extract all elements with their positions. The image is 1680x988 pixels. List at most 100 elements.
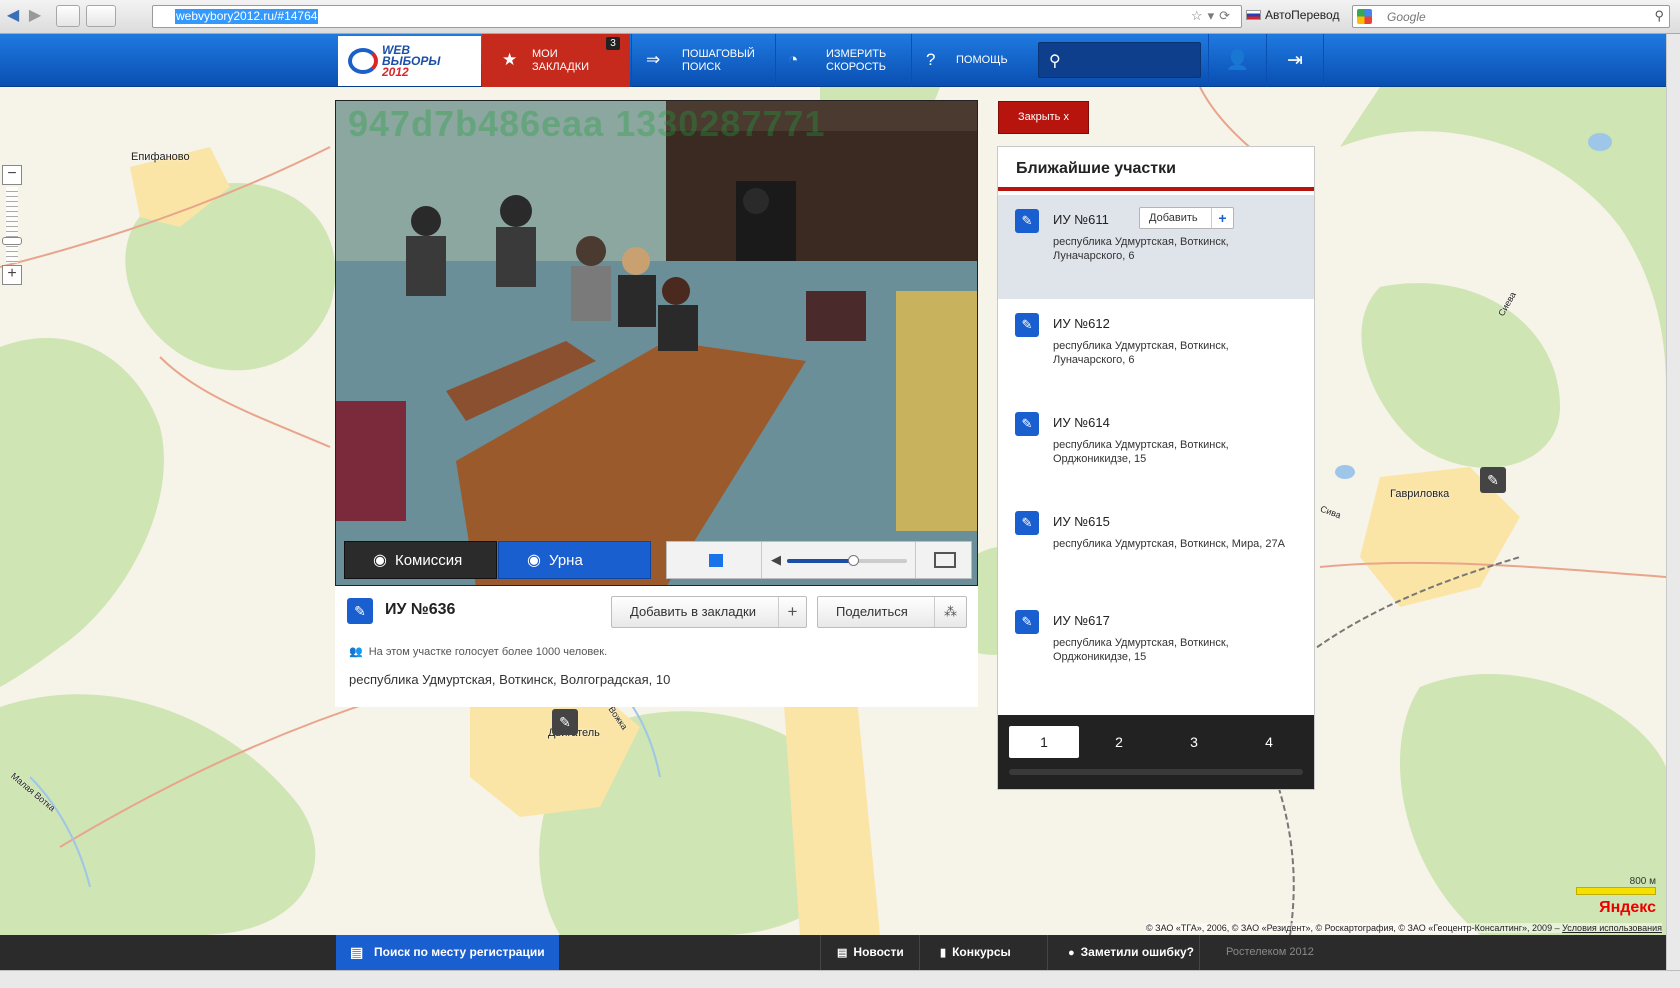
fullscreen-button[interactable] (915, 542, 971, 578)
station-name[interactable]: ИУ №611 (1053, 212, 1109, 227)
footer-bar: ▤ Поиск по месту регистрации ▤ Новости ▮ Ко… (0, 935, 1666, 970)
terms-link[interactable]: Условия использования (1562, 923, 1662, 933)
polling-station-icon: ✎ (1015, 610, 1039, 634)
browser-search-box[interactable]: Google ⚲ (1352, 5, 1670, 28)
video-watermark: 947d7b486eaa 1330287771 (348, 103, 826, 144)
news-label: Новости (853, 945, 904, 959)
page-4-button[interactable]: 4 (1234, 726, 1304, 758)
station-name[interactable]: ИУ №617 (1053, 613, 1110, 628)
help-icon: ? (926, 50, 936, 69)
zoom-track[interactable] (6, 187, 18, 263)
nav-speed-label: ИЗМЕРИТЬ СКОРОСТЬ (826, 48, 887, 73)
scale-bar (1576, 887, 1656, 895)
copyright-text: © ЗАО «ТГА», 2006, © ЗАО «Резидент», © Р… (1146, 923, 1560, 933)
zoom-handle[interactable] (2, 237, 22, 245)
camera-urn-button[interactable]: ◉ Урна (498, 541, 651, 579)
pager-scrollbar[interactable] (1009, 769, 1303, 775)
search-icon[interactable]: ⚲ (1654, 8, 1664, 24)
people-icon: 👥 (349, 646, 363, 658)
url-text[interactable]: webvybory2012.ru/#14764 (175, 9, 319, 24)
zoom-in-button[interactable]: + (2, 265, 22, 285)
polling-station-icon: ✎ (1015, 313, 1039, 337)
contests-label: Конкурсы (952, 945, 1011, 959)
browser-toolbar: ◀ ▶ webvybory2012.ru/#14764 ☆▾⟳ АвтоПере… (0, 0, 1680, 34)
page-1-button[interactable]: 1 (1009, 726, 1079, 758)
station-address: республика Удмуртская, Воткинск, Волгогр… (349, 672, 671, 687)
report-error-link[interactable]: ● Заметили ошибку? (1047, 935, 1198, 970)
nearby-station-item[interactable]: ✎ ИУ №617 республика Удмуртская, Воткинс… (998, 596, 1314, 700)
polling-station-icon: ✎ (347, 598, 373, 624)
map-station-marker[interactable]: ✎ (552, 709, 578, 735)
addon-icon[interactable] (86, 5, 116, 27)
contests-link[interactable]: ▮ Конкурсы (919, 935, 1046, 970)
nav-my-bookmarks[interactable]: ★ МОИ ЗАКЛАДКИ 3 (482, 34, 630, 87)
nearby-title: Ближайшие участки (998, 147, 1314, 191)
volume-knob[interactable] (848, 555, 859, 566)
station-title: ИУ №636 (385, 601, 456, 618)
star-icon: ★ (502, 50, 518, 69)
station-address: республика Удмуртская, Воткинск, Луначар… (1053, 236, 1229, 262)
nav-help[interactable]: ? ПОМОЩЬ (911, 34, 1036, 87)
share-icon: ⁂ (934, 597, 966, 627)
address-bar[interactable]: webvybory2012.ru/#14764 ☆▾⟳ (152, 5, 1242, 28)
user-icon[interactable]: 👤 (1208, 34, 1266, 87)
add-station-button[interactable]: Добавить + (1139, 207, 1234, 229)
station-address: республика Удмуртская, Воткинск, Орджони… (1053, 637, 1229, 663)
registration-search-button[interactable]: ▤ Поиск по месту регистрации (336, 935, 559, 970)
bookmark-star-icon[interactable] (56, 5, 80, 27)
volume-fill (787, 559, 853, 563)
share-button[interactable]: Поделиться ⁂ (817, 596, 967, 628)
volume-icon[interactable]: ◀ (771, 552, 781, 568)
zoom-control: − + (2, 165, 22, 285)
forward-icon[interactable]: ▶ (24, 5, 46, 27)
reload-icon[interactable]: ☆▾⟳ (1191, 8, 1235, 24)
camera-icon: ◉ (527, 552, 541, 569)
volume-slider[interactable] (787, 555, 907, 566)
logo-text: WEB ВЫБОРЫ 2012 (382, 44, 440, 79)
nav-measure-speed[interactable]: ◔ ИЗМЕРИТЬ СКОРОСТЬ (775, 34, 910, 87)
nearby-station-item[interactable]: ✎ ИУ №611 Добавить + республика Удмуртска… (998, 195, 1314, 299)
stop-button[interactable] (667, 542, 762, 578)
zoom-out-button[interactable]: − (2, 165, 22, 185)
page-3-button[interactable]: 3 (1159, 726, 1229, 758)
nearby-station-item[interactable]: ✎ ИУ №615 республика Удмуртская, Воткинс… (998, 497, 1314, 601)
site-search-input[interactable] (1071, 49, 1191, 71)
video-stream[interactable]: 947d7b486eaa 1330287771 ◉ Комиссия ◉ Урна … (335, 100, 978, 586)
fullscreen-icon (934, 552, 956, 568)
nav-step-search[interactable]: ⇒ ПОШАГОВЫЙ ПОИСК (631, 34, 774, 87)
map-station-marker[interactable]: ✎ (1480, 467, 1506, 493)
nearby-station-item[interactable]: ✎ ИУ №612 республика Удмуртская, Воткинс… (998, 299, 1314, 403)
polling-station-icon: ✎ (1015, 209, 1039, 233)
add-to-bookmarks-button[interactable]: Добавить в закладки + (611, 596, 807, 628)
station-name[interactable]: ИУ №614 (1053, 415, 1110, 430)
map-label-epifanovo: Епифаново (131, 151, 190, 163)
news-link[interactable]: ▤ Новости (820, 935, 918, 970)
add-to-bookmarks-label: Добавить в закладки (630, 604, 756, 619)
flag-icon (1246, 10, 1261, 20)
video-panel: 947d7b486eaa 1330287771 ◉ Комиссия ◉ Урна … (335, 100, 978, 707)
page-2-button[interactable]: 2 (1084, 726, 1154, 758)
voters-note: 👥 На этом участке голосует более 1000 чел… (349, 645, 607, 658)
camera-icon: ◉ (373, 552, 387, 569)
yandex-logo[interactable]: Яндекс (1599, 899, 1656, 917)
station-name[interactable]: ИУ №612 (1053, 316, 1110, 331)
nav-bookmarks-label: МОИ ЗАКЛАДКИ (532, 48, 590, 73)
nearby-station-item[interactable]: ✎ ИУ №614 республика Удмуртская, Воткинс… (998, 398, 1314, 502)
logout-icon[interactable]: ⇥ (1266, 34, 1324, 87)
site-logo[interactable]: WEB ВЫБОРЫ 2012 (338, 36, 481, 86)
auto-translate-button[interactable]: АвтоПеревод (1246, 8, 1339, 22)
camera-commission-button[interactable]: ◉ Комиссия (344, 541, 497, 579)
document-icon: ▤ (350, 944, 364, 960)
back-icon[interactable]: ◀ (2, 5, 24, 27)
logo-line3: 2012 (382, 65, 409, 79)
browser-status-bar (0, 970, 1680, 988)
search-icon[interactable]: ⚲ (1049, 51, 1061, 71)
close-button[interactable]: Закрыть x (998, 101, 1089, 134)
nav-help-label: ПОМОЩЬ (956, 54, 1008, 66)
station-name[interactable]: ИУ №615 (1053, 514, 1110, 529)
stop-icon (709, 554, 723, 567)
player-bar: ◀ (666, 541, 972, 579)
bookmarks-count-badge: 3 (606, 37, 620, 50)
page-scrollbar[interactable] (1666, 34, 1680, 988)
station-address: республика Удмуртская, Воткинск, Мира, 2… (1053, 538, 1285, 550)
